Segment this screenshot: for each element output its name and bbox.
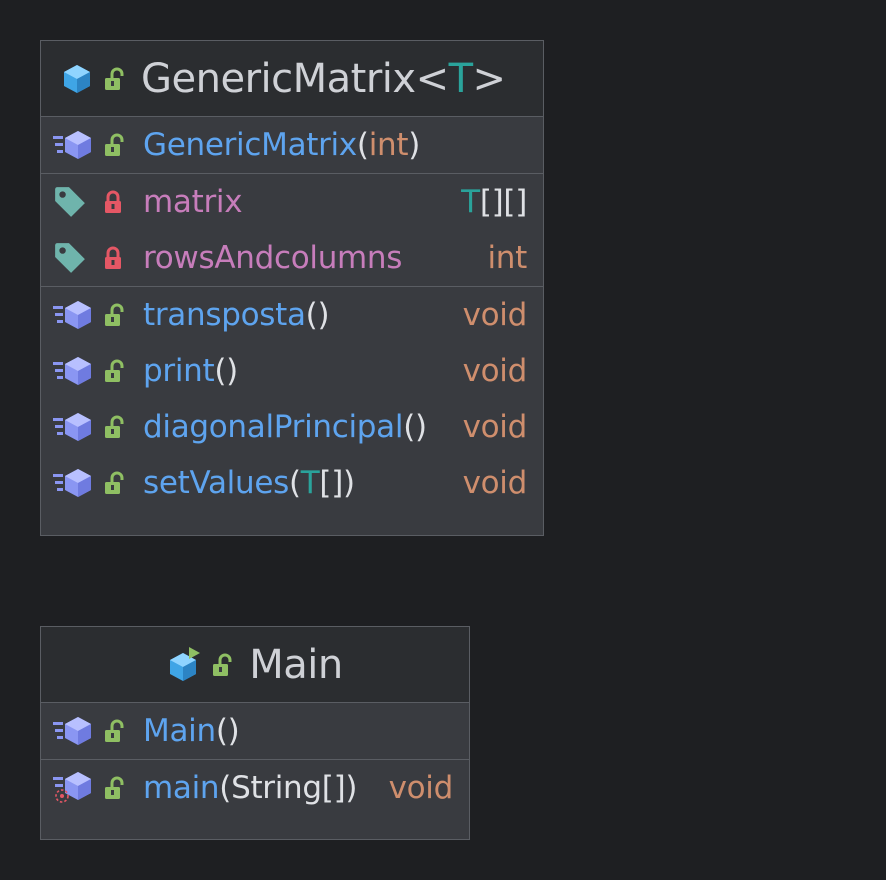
constructor-name: GenericMatrix	[143, 127, 357, 163]
method-row[interactable]: print() void	[41, 343, 543, 399]
method-name: main	[143, 770, 220, 806]
param-type: T	[300, 465, 320, 501]
public-lock-icon	[103, 133, 127, 157]
field-name: matrix	[143, 184, 243, 220]
field-name: rowsAndcolumns	[143, 240, 403, 276]
method-row[interactable]: setValues(T[]) void	[41, 455, 543, 511]
field-tag-icon	[53, 185, 87, 219]
runnable-class-icon	[167, 646, 201, 683]
class-header: GenericMatrix<T>	[41, 41, 543, 117]
field-row[interactable]: matrix T[][]	[41, 174, 543, 230]
param-type: String[]	[231, 770, 346, 806]
method-row[interactable]: main(String[]) void	[41, 760, 469, 816]
return-type: void	[462, 297, 528, 333]
method-row[interactable]: transposta() void	[41, 287, 543, 343]
constructor-row[interactable]: Main()	[41, 703, 469, 759]
public-lock-icon	[103, 359, 127, 383]
class-icon	[61, 63, 93, 95]
param-type: int	[368, 127, 409, 163]
return-type: void	[462, 465, 528, 501]
public-lock-icon	[103, 776, 127, 800]
method-icon	[53, 412, 93, 442]
fields-section: matrix T[][] rowsAndcolumns int	[41, 174, 543, 287]
method-name: diagonalPrincipal	[143, 409, 404, 445]
class-node-main[interactable]: Main Main() main (String[]) void	[40, 626, 470, 840]
constructors-section: GenericMatrix(int)	[41, 117, 543, 174]
private-lock-icon	[101, 246, 125, 270]
method-row[interactable]: diagonalPrincipal() void	[41, 399, 543, 455]
public-lock-icon	[103, 471, 127, 495]
public-lock-icon	[103, 415, 127, 439]
method-icon	[53, 300, 93, 330]
method-name: print	[143, 353, 215, 389]
private-lock-icon	[101, 190, 125, 214]
return-type: void	[462, 353, 528, 389]
class-title: GenericMatrix<T>	[141, 55, 506, 102]
constructor-row[interactable]: GenericMatrix(int)	[41, 117, 543, 173]
field-type: int	[487, 240, 527, 276]
field-tag-icon	[53, 241, 87, 275]
public-lock-icon	[103, 719, 127, 743]
class-title: Main	[249, 641, 343, 688]
method-icon	[53, 468, 93, 498]
class-node-genericmatrix[interactable]: GenericMatrix<T> GenericMatrix(int) matr…	[40, 40, 544, 536]
return-type: void	[462, 409, 528, 445]
method-name: transposta	[143, 297, 306, 333]
static-method-icon	[53, 771, 93, 805]
class-header: Main	[41, 627, 469, 703]
public-lock-icon	[103, 67, 127, 91]
methods-section: main(String[]) void	[41, 760, 469, 816]
public-lock-icon	[103, 303, 127, 327]
field-type: T[][]	[461, 184, 527, 220]
public-lock-icon	[211, 653, 235, 677]
method-icon	[53, 130, 93, 160]
method-icon	[53, 356, 93, 386]
constructor-name: Main	[143, 713, 216, 749]
method-icon	[53, 716, 93, 746]
method-name: setValues	[143, 465, 289, 501]
return-type: void	[388, 770, 454, 806]
constructors-section: Main()	[41, 703, 469, 760]
methods-section: transposta() void print() void diagonalP…	[41, 287, 543, 511]
field-row[interactable]: rowsAndcolumns int	[41, 230, 543, 286]
